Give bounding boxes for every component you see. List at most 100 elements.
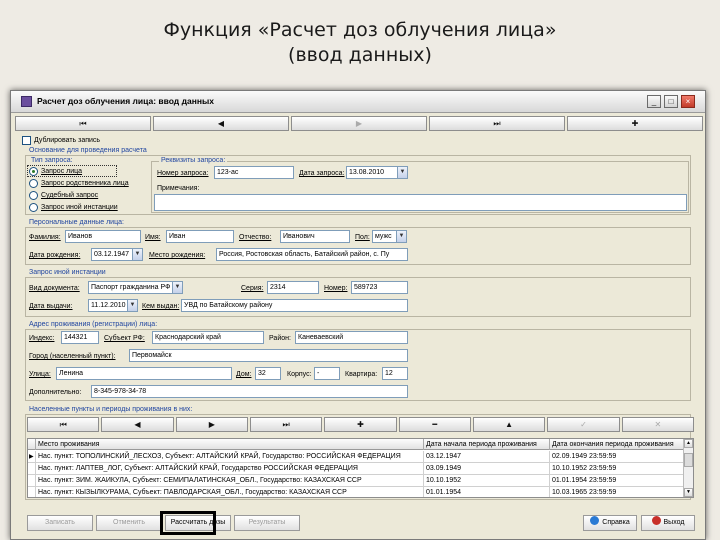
birthplace-field[interactable]: Россия, Ростовская область, Батайский ра… xyxy=(216,248,408,261)
building-field[interactable]: - xyxy=(314,367,340,380)
surname-field[interactable]: Иванов xyxy=(65,230,141,243)
settlement-add-button[interactable]: ✚ xyxy=(324,417,397,432)
minimize-button[interactable]: _ xyxy=(647,95,661,108)
help-icon xyxy=(590,516,600,525)
sex-select[interactable]: мужс ▼ xyxy=(372,230,407,243)
grid-scrollbar[interactable]: ▲ ▼ xyxy=(683,439,693,497)
settlement-delete-button[interactable]: ━ xyxy=(398,417,471,432)
patronymic-field[interactable]: Иванович xyxy=(280,230,350,243)
row-start: 03.12.1947 xyxy=(424,451,550,463)
radio-court-request[interactable] xyxy=(29,191,38,200)
issue-date-field[interactable]: 11.12.2010 ▼ xyxy=(88,299,138,312)
chevron-down-icon[interactable]: ▼ xyxy=(397,167,407,178)
exit-icon xyxy=(651,516,661,525)
chevron-down-icon[interactable]: ▼ xyxy=(172,282,182,293)
row-end: 10.10.1952 23:59:59 xyxy=(550,463,685,475)
notes-label: Примечания: xyxy=(157,185,200,192)
row-start: 01.01.1954 xyxy=(424,487,550,497)
row-place: Нас. пункт: ЗИМ. ЖАИКУЛА, Субъект: СЕМИП… xyxy=(36,475,424,487)
app-icon xyxy=(21,96,32,107)
cancel-button[interactable]: Отменить xyxy=(96,515,162,531)
issued-by-field[interactable]: УВД по Батайскому району xyxy=(181,299,408,312)
request-number-field[interactable]: 123-ас xyxy=(214,166,294,179)
region-field[interactable]: Краснодарский край xyxy=(152,331,264,344)
settlement-cancel-button[interactable]: ✕ xyxy=(621,417,694,432)
table-row[interactable]: Нас. пункт: ЗИМ. ЖАИКУЛА, Субъект: СЕМИП… xyxy=(28,475,693,487)
settlement-edit-button[interactable]: ▲ xyxy=(472,417,546,432)
flat-field[interactable]: 12 xyxy=(382,367,408,380)
nav-prev-button[interactable]: ◀ xyxy=(153,116,289,131)
radio-person-request-label[interactable]: Запрос лица xyxy=(41,167,82,176)
extra-field[interactable]: 8-345-978-34-78 xyxy=(91,385,408,398)
sex-value: мужс xyxy=(375,233,392,240)
city-field[interactable]: Первомайск xyxy=(129,349,408,362)
doc-type-select[interactable]: Паспорт гражданина РФ ▼ xyxy=(88,281,183,294)
settlements-grid: Место проживания Дата начала периода про… xyxy=(27,438,694,498)
grid-header-indicator xyxy=(28,439,36,450)
personal-section-title: Персональные данные лица: xyxy=(29,219,124,226)
chevron-down-icon[interactable]: ▼ xyxy=(132,249,142,260)
firstname-field[interactable]: Иван xyxy=(166,230,234,243)
sex-label: Пол: xyxy=(355,234,370,241)
nav-last-button[interactable]: ⏭ xyxy=(429,116,565,131)
settlement-next-button[interactable]: ▶ xyxy=(175,417,248,432)
nav-add-button[interactable]: ✚ xyxy=(567,116,703,131)
issue-date-label: Дата выдачи: xyxy=(29,303,73,310)
grid-header-start[interactable]: Дата начала периода проживания xyxy=(424,439,550,450)
settlement-first-button[interactable]: ⏮ xyxy=(27,417,100,432)
row-end: 01.01.1954 23:59:59 xyxy=(550,475,685,487)
row-place: Нас. пункт: КЫЗЫЛКУРАМА, Субъект: ПАВЛОД… xyxy=(36,487,424,497)
scroll-up-icon[interactable]: ▲ xyxy=(684,439,693,448)
save-button[interactable]: Записать xyxy=(27,515,93,531)
street-label: Улица: xyxy=(29,371,51,378)
grid-header-place[interactable]: Место проживания xyxy=(36,439,424,450)
radio-other-authority[interactable] xyxy=(29,203,38,212)
basis-section-title: Основание для проведения расчета xyxy=(29,147,147,154)
settlement-last-button[interactable]: ⏭ xyxy=(249,417,323,432)
address-section-title: Адрес проживания (регистрации) лица: xyxy=(29,321,158,328)
radio-person-request[interactable] xyxy=(29,167,38,176)
window-titlebar[interactable]: Расчет доз облучения лица: ввод данных _… xyxy=(11,91,705,113)
house-field[interactable]: 32 xyxy=(255,367,281,380)
table-row[interactable]: ▶ Нас. пункт: ТОПОЛИНСКИЙ_ЛЕСХОЗ, Субъек… xyxy=(28,451,693,463)
series-label: Серия: xyxy=(241,285,264,292)
birthdate-field[interactable]: 03.12.1947 ▼ xyxy=(91,248,143,261)
close-button[interactable]: × xyxy=(681,95,695,108)
flat-label: Квартира: xyxy=(345,371,378,378)
results-button[interactable]: Результаты xyxy=(234,515,300,531)
exit-button[interactable]: Выход xyxy=(641,515,695,531)
radio-other-authority-label[interactable]: Запрос иной инстанции xyxy=(41,203,118,212)
radio-relative-request[interactable] xyxy=(29,179,38,188)
scroll-down-icon[interactable]: ▼ xyxy=(684,488,693,497)
house-label: Дом: xyxy=(236,371,252,378)
nav-next-button[interactable]: ▶ xyxy=(291,116,427,131)
grid-header: Место проживания Дата начала периода про… xyxy=(28,439,693,450)
notes-field[interactable] xyxy=(154,194,687,211)
street-field[interactable]: Ленина xyxy=(56,367,232,380)
maximize-button[interactable]: □ xyxy=(664,95,678,108)
request-date-field[interactable]: 13.08.2010 ▼ xyxy=(346,166,408,179)
row-start: 10.10.1952 xyxy=(424,475,550,487)
table-row[interactable]: Нас. пункт: КЫЗЫЛКУРАМА, Субъект: ПАВЛОД… xyxy=(28,487,693,497)
chevron-down-icon[interactable]: ▼ xyxy=(127,300,137,311)
request-details-title: Реквизиты запроса: xyxy=(159,156,228,165)
grid-header-end[interactable]: Дата окончания периода проживания xyxy=(550,439,685,450)
calculate-highlight-frame xyxy=(160,511,216,535)
series-field[interactable]: 2314 xyxy=(267,281,319,294)
birthplace-label: Место рождения: xyxy=(149,252,206,259)
settlement-prev-button[interactable]: ◀ xyxy=(101,417,174,432)
settlement-post-button[interactable]: ✓ xyxy=(547,417,620,432)
exit-label: Выход xyxy=(663,519,685,526)
radio-court-request-label[interactable]: Судебный запрос xyxy=(41,191,98,200)
table-row[interactable]: Нас. пункт: ЛАПТЕВ_ЛОГ, Субъект: АЛТАЙСК… xyxy=(28,463,693,475)
index-field[interactable]: 144321 xyxy=(61,331,99,344)
chevron-down-icon[interactable]: ▼ xyxy=(396,231,406,242)
doc-number-field[interactable]: 589723 xyxy=(351,281,408,294)
radio-relative-request-label[interactable]: Запрос родственника лица xyxy=(41,179,129,188)
district-field[interactable]: Каневаевский xyxy=(295,331,408,344)
duplicate-checkbox[interactable] xyxy=(22,136,31,145)
help-button[interactable]: Справка xyxy=(583,515,637,531)
nav-first-button[interactable]: ⏮ xyxy=(15,116,151,131)
patronymic-label: Отчество: xyxy=(239,234,272,241)
scroll-thumb[interactable] xyxy=(684,453,693,467)
